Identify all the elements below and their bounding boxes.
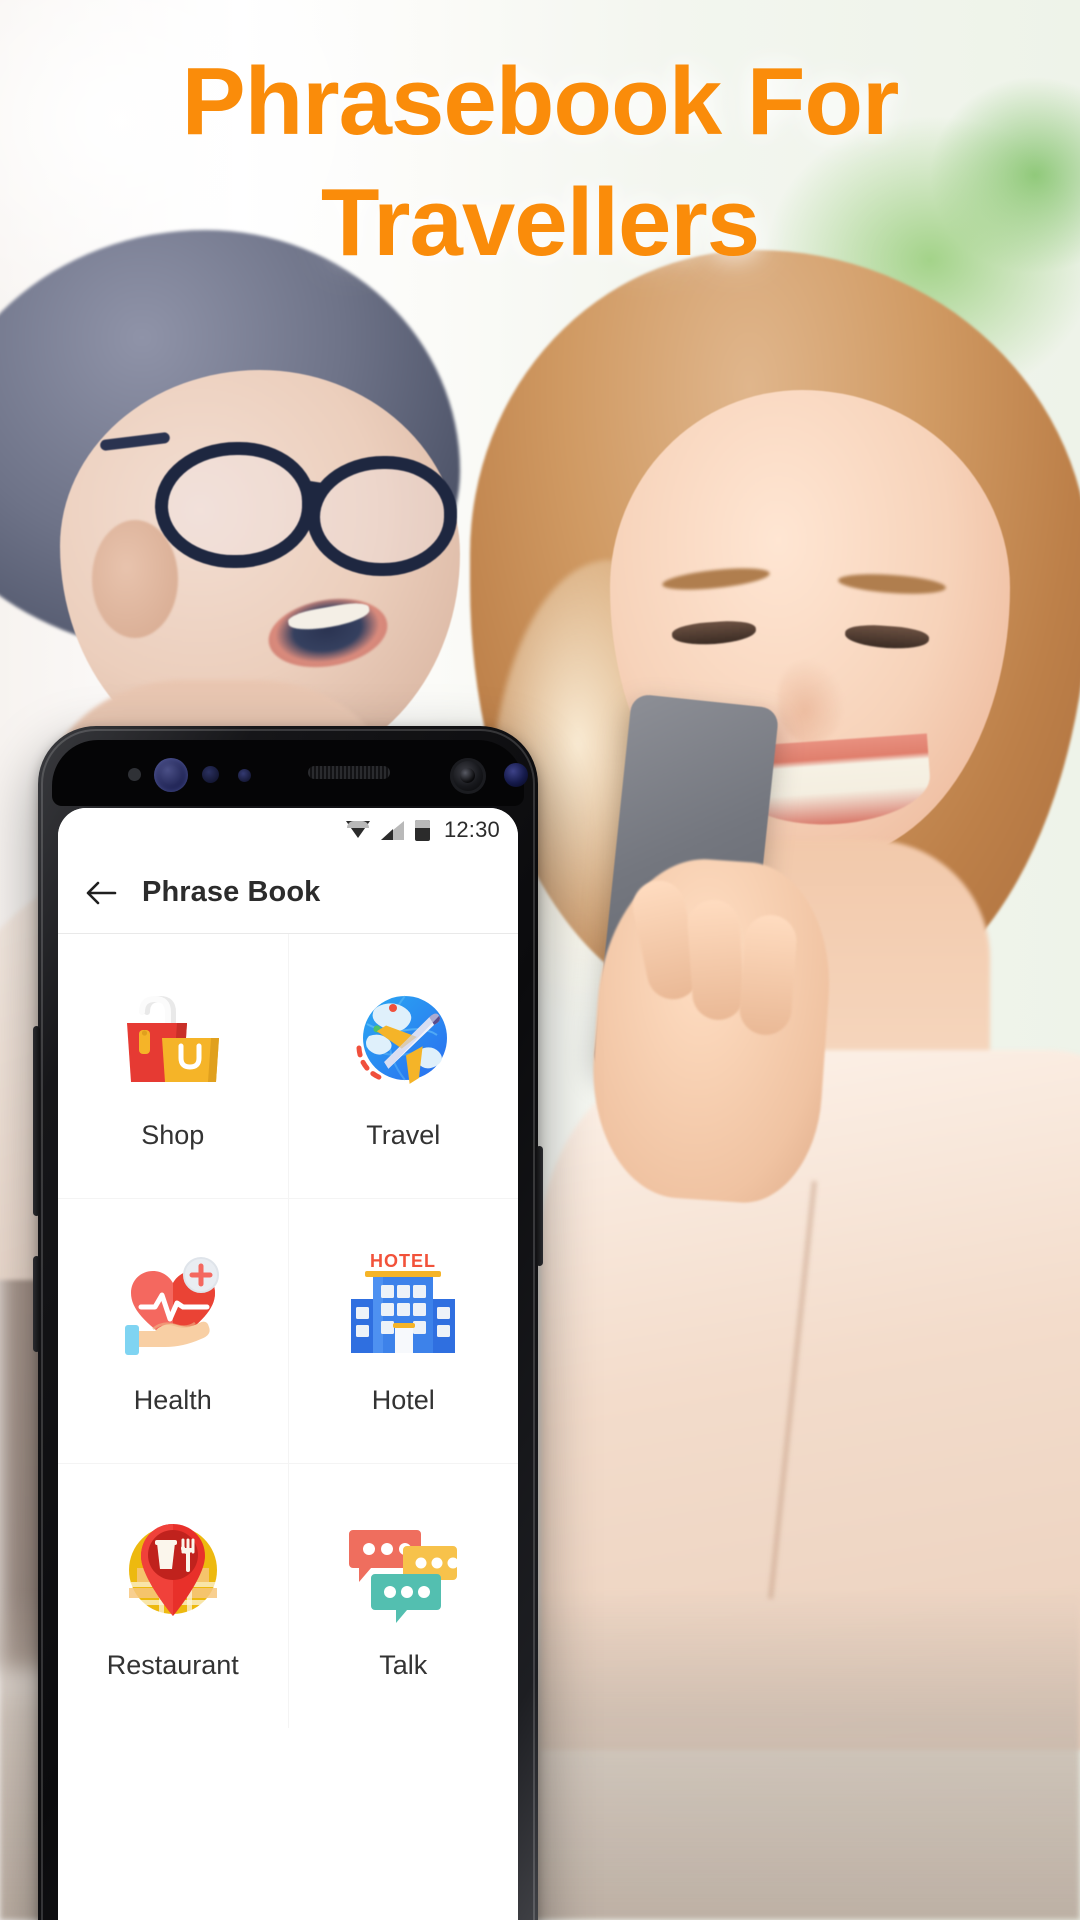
globe-airplane-icon [345,982,461,1098]
grid-item-hotel[interactable]: HOTEL Hotel [288,1199,518,1463]
grid-item-travel[interactable]: Travel [288,934,518,1198]
grid-item-label: Health [133,1384,212,1415]
phone-screen: 12:30 Phrase Book Shop Travel Health HOT… [58,808,518,1920]
grid-item-label: Talk [379,1649,428,1680]
iris-scanner-icon [154,758,188,792]
category-grid: Shop Travel Health HOTEL Hotel Restauran… [58,934,518,1728]
secondary-camera-icon [504,763,528,787]
right-woman-finger [685,898,747,1022]
grid-item-health[interactable]: Health [58,1199,288,1463]
grid-item-label: Shop [141,1119,205,1150]
phone-top-bezel [52,740,528,806]
volume-button[interactable] [33,1026,40,1216]
wifi-icon [345,821,370,839]
right-woman-nose [778,660,844,744]
battery-icon [414,819,430,841]
promo-title: Phrasebook For Travellers [0,42,1080,284]
app-bar: Phrase Book [58,852,518,934]
earpiece-speaker-icon [308,766,390,779]
promo-title-line2: Travellers [320,168,760,276]
page-title: Phrase Book [142,876,321,908]
power-button[interactable] [536,1146,543,1266]
grid-item-shop[interactable]: Shop [58,934,288,1198]
svg-text:HOTEL: HOTEL [370,1251,436,1271]
grid-item-label: Hotel [371,1384,435,1415]
promo-title-line1: Phrasebook For [181,48,900,155]
cellular-signal-icon [380,820,404,840]
light-sensor-icon [238,769,251,782]
restaurant-map-pin-icon [115,1512,231,1628]
eyeglasses-icon [99,430,475,576]
back-arrow-icon[interactable] [84,876,118,910]
grid-item-label: Travel [366,1119,441,1150]
chat-bubbles-icon [345,1512,461,1628]
grid-item-talk[interactable]: Talk [288,1464,518,1728]
front-camera-icon [450,758,486,794]
status-bar: 12:30 [58,808,518,852]
status-bar-time: 12:30 [443,817,500,842]
proximity-sensor-icon [202,766,219,783]
infrared-sensor-icon [128,768,141,781]
phone-mockup: 12:30 Phrase Book Shop Travel Health HOT… [33,726,543,1920]
grid-item-label: Restaurant [106,1649,239,1680]
hotel-building-icon: HOTEL [345,1247,461,1363]
right-woman-finger [737,913,799,1037]
grid-item-restaurant[interactable]: Restaurant [58,1464,288,1728]
hand-heart-icon [115,1247,231,1363]
assistant-button[interactable] [33,1256,40,1352]
shopping-bags-icon [115,982,231,1098]
